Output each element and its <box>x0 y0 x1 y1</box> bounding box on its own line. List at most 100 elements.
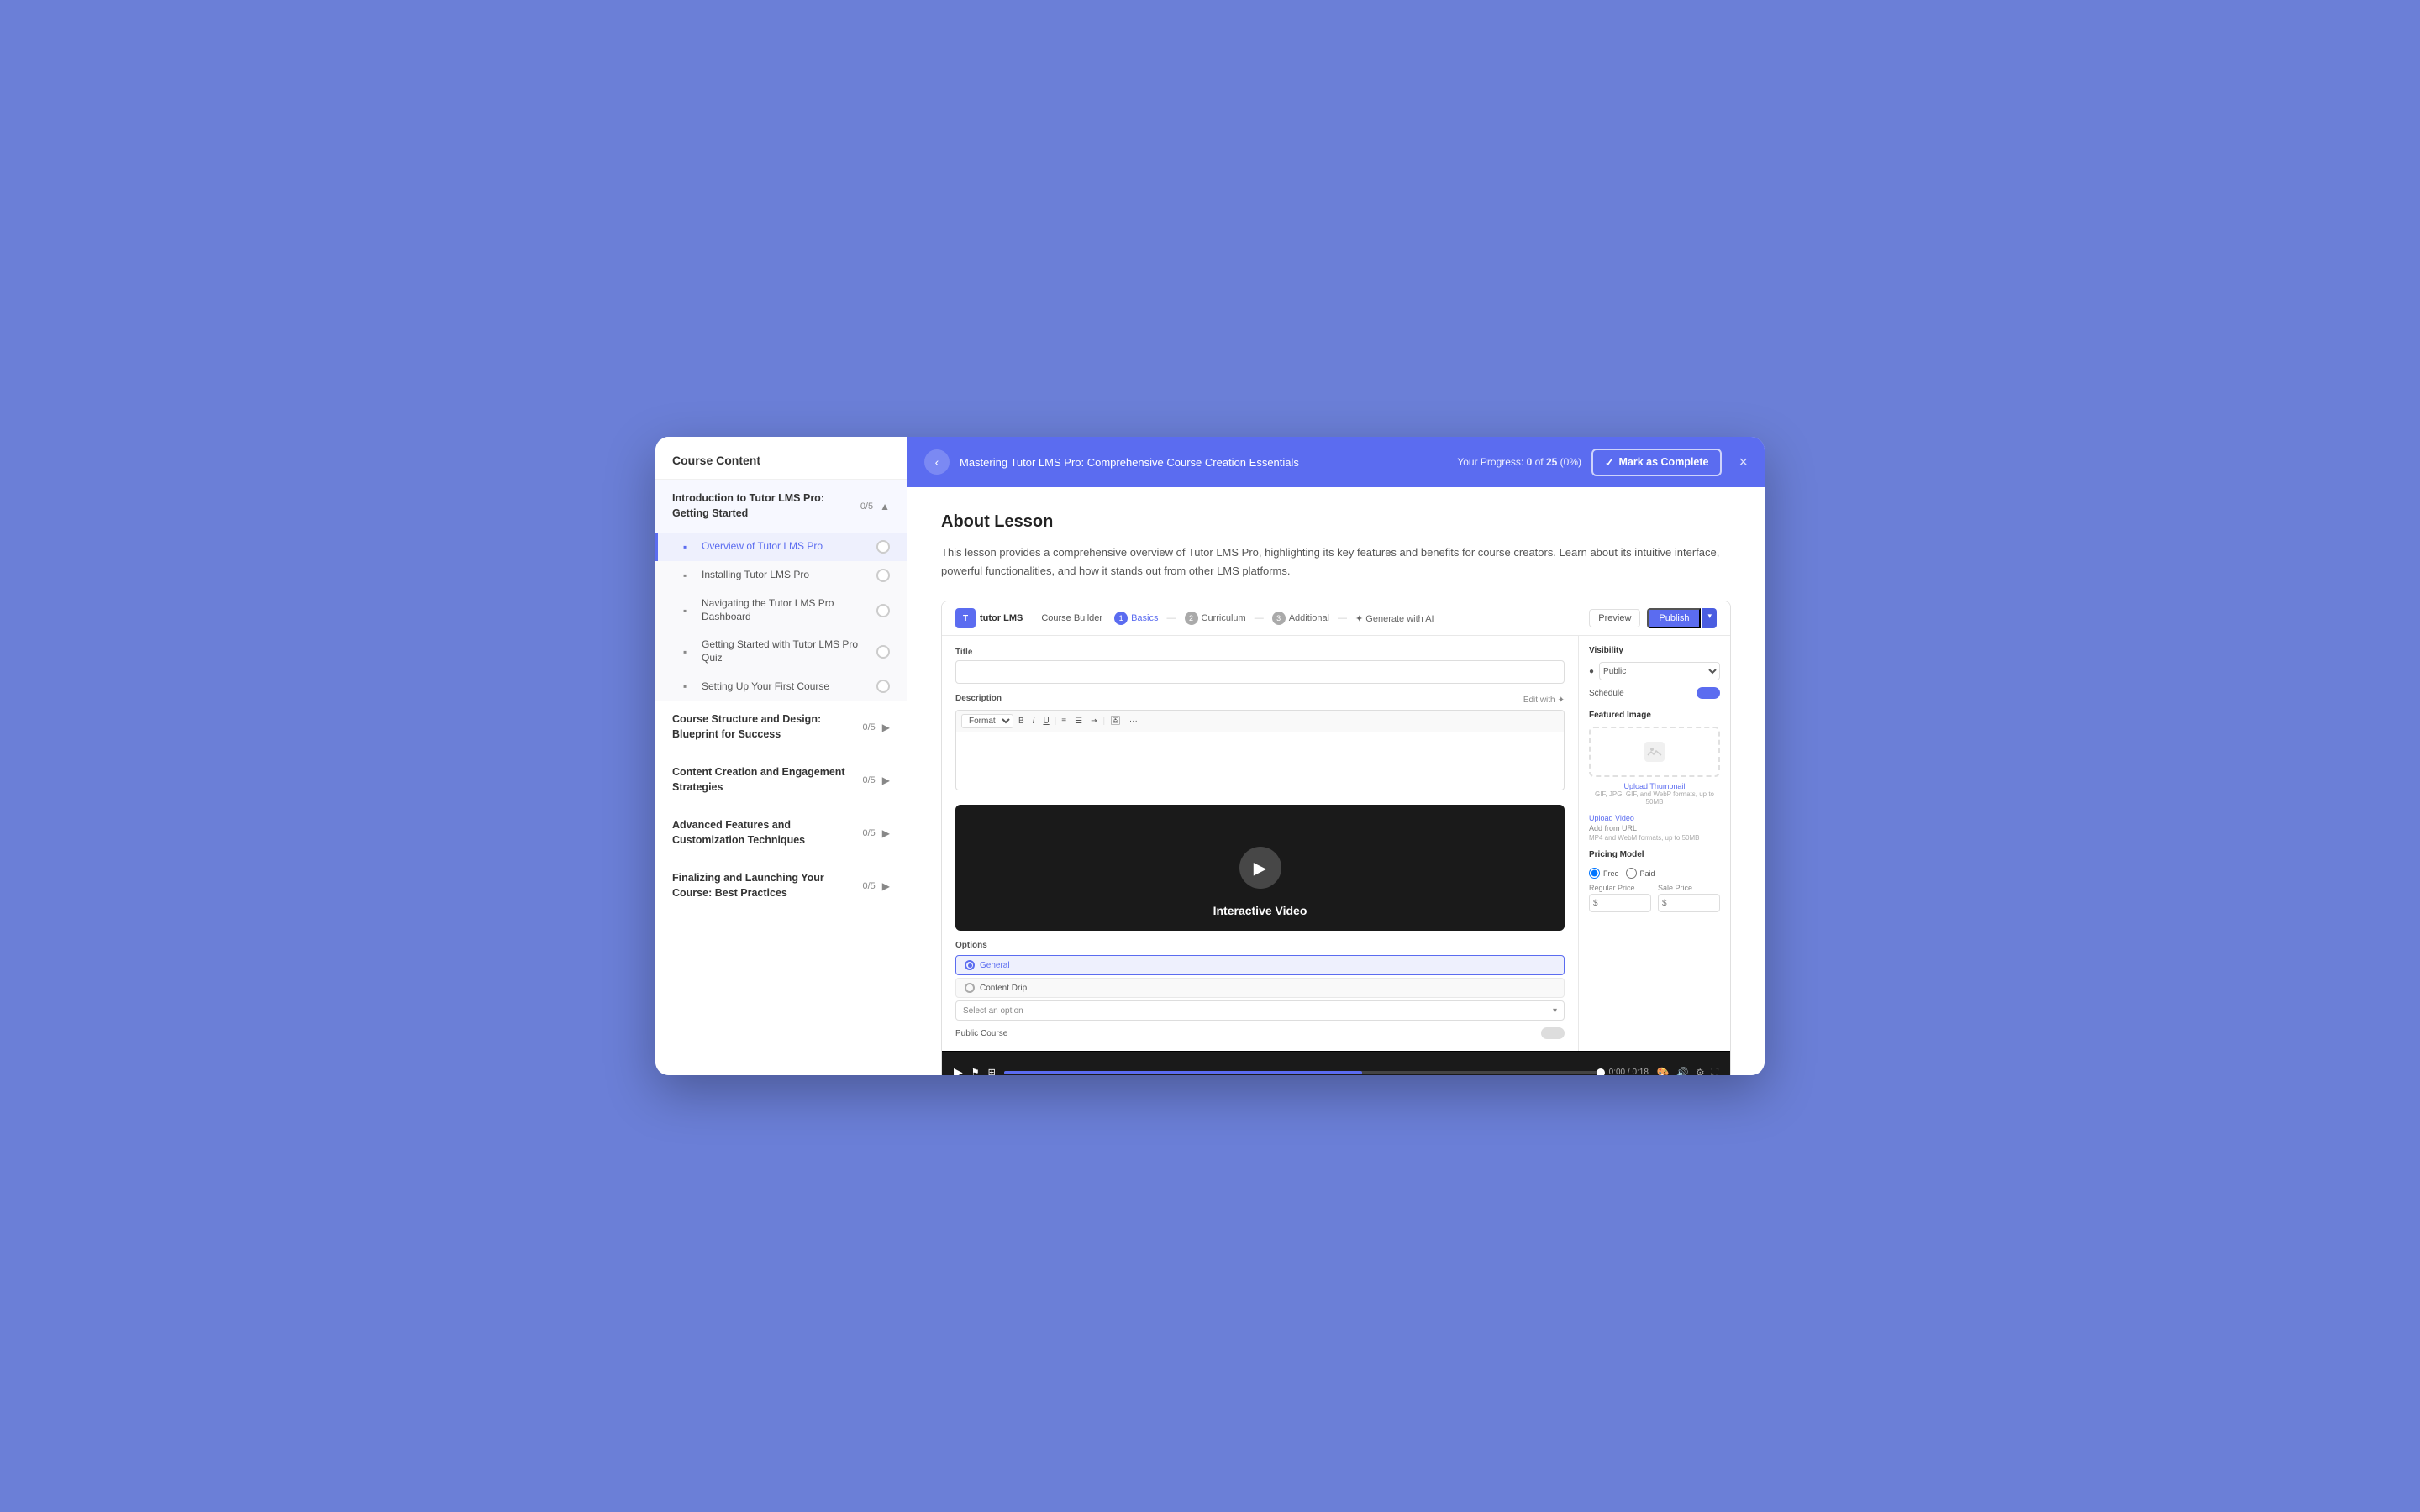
section-advanced[interactable]: Advanced Features and Customization Tech… <box>655 806 907 859</box>
lesson-title-overview: Overview of Tutor LMS Pro <box>702 540 870 554</box>
format-select[interactable]: Format <box>961 714 1013 728</box>
title-field-row: Title <box>955 648 1565 684</box>
mark-complete-button[interactable]: ✓ Mark as Complete <box>1591 449 1722 476</box>
lesson-item-navigating[interactable]: ▪ Navigating the Tutor LMS Pro Dashboard <box>655 590 907 631</box>
embedded-nav: 1 Basics — 2 Curriculum — 3 Additional <box>1114 612 1577 625</box>
content-area: About Lesson This lesson provides a comp… <box>908 487 1765 1075</box>
section-advanced-label: Advanced Features and Customization Tech… <box>672 818 862 848</box>
lesson-icon-navigating: ▪ <box>683 605 695 617</box>
public-radio: ● <box>1589 667 1594 676</box>
option-general[interactable]: General <box>955 955 1565 975</box>
section-finalizing-count: 0/5 <box>862 881 875 891</box>
visibility-row: ● Public <box>1589 662 1720 680</box>
nav-generate-ai[interactable]: ✦ Generate with AI <box>1355 613 1434 624</box>
lesson-list-intro: ▪ Overview of Tutor LMS Pro ▪ Installing… <box>655 533 907 701</box>
lesson-radio-installing <box>876 569 890 582</box>
regular-price-input[interactable] <box>1589 894 1651 912</box>
radio-content-drip <box>965 983 975 993</box>
section-content-label: Content Creation and Engagement Strategi… <box>672 765 862 795</box>
underline-button[interactable]: U <box>1039 715 1052 727</box>
embedded-header: T tutor LMS Course Builder 1 Basics — 2 … <box>942 601 1730 636</box>
sale-price-input[interactable] <box>1658 894 1720 912</box>
tutor-logo-icon: T <box>955 608 976 628</box>
nav-curriculum[interactable]: 2 Curriculum <box>1185 612 1246 625</box>
chevron-right-icon-4: ▶ <box>882 880 890 892</box>
public-course-toggle[interactable] <box>1541 1027 1565 1039</box>
sale-price-field: Sale Price <box>1658 884 1720 912</box>
add-from-url-button[interactable]: Add from URL <box>1589 824 1720 832</box>
image-button[interactable]: 🖼 <box>1107 715 1124 727</box>
lesson-icon-quiz: ▪ <box>683 646 695 658</box>
lesson-radio-setup <box>876 680 890 693</box>
progress-dot <box>1597 1068 1605 1075</box>
settings-icon[interactable]: ⚙ <box>1696 1067 1705 1075</box>
section-structure[interactable]: Course Structure and Design: Blueprint f… <box>655 701 907 753</box>
lesson-title-setup: Setting Up Your First Course <box>702 680 870 694</box>
nav-basics[interactable]: 1 Basics <box>1114 612 1158 625</box>
section-content-count: 0/5 <box>862 775 875 785</box>
lesson-icon-installing: ▪ <box>683 570 695 581</box>
chapter-button[interactable]: ⊞ <box>988 1067 996 1075</box>
chevron-right-icon-3: ▶ <box>882 827 890 839</box>
title-input[interactable] <box>955 660 1565 684</box>
chevron-up-icon: ▲ <box>880 501 890 512</box>
nav-badge-1: 1 <box>1114 612 1128 625</box>
section-content[interactable]: Content Creation and Engagement Strategi… <box>655 753 907 806</box>
lesson-item-setup[interactable]: ▪ Setting Up Your First Course <box>655 672 907 701</box>
more-button[interactable]: ··· <box>1126 715 1141 727</box>
lesson-item-quiz[interactable]: ▪ Getting Started with Tutor LMS Pro Qui… <box>655 631 907 672</box>
section-intro[interactable]: Introduction to Tutor LMS Pro: Getting S… <box>655 480 907 533</box>
publish-group: Publish ▾ <box>1647 608 1717 628</box>
back-button[interactable]: ‹ <box>924 449 950 475</box>
lesson-title-navigating: Navigating the Tutor LMS Pro Dashboard <box>702 597 870 623</box>
nav-additional[interactable]: 3 Additional <box>1272 612 1329 625</box>
list-button[interactable]: ☰ <box>1071 715 1086 727</box>
desc-label: Description <box>955 694 1002 703</box>
lesson-title-installing: Installing Tutor LMS Pro <box>702 569 870 582</box>
free-radio[interactable] <box>1589 868 1600 879</box>
option-content-drip[interactable]: Content Drip <box>955 978 1565 998</box>
publish-caret-button[interactable]: ▾ <box>1702 608 1717 628</box>
title-label: Title <box>955 648 1565 657</box>
embedded-ui: T tutor LMS Course Builder 1 Basics — 2 … <box>941 601 1731 1075</box>
publish-button[interactable]: Publish <box>1647 608 1701 628</box>
section-finalizing[interactable]: Finalizing and Launching Your Course: Be… <box>655 859 907 912</box>
lesson-title-quiz: Getting Started with Tutor LMS Pro Quiz <box>702 638 870 664</box>
desc-textarea[interactable] <box>955 732 1565 790</box>
progress-track[interactable] <box>1004 1071 1601 1074</box>
volume-icon[interactable]: 🔊 <box>1676 1067 1689 1075</box>
regular-price-label: Regular Price <box>1589 884 1651 892</box>
schedule-row: Schedule <box>1589 687 1720 699</box>
regular-price-field: Regular Price <box>1589 884 1651 912</box>
italic-button[interactable]: I <box>1029 715 1039 727</box>
header-bar: ‹ Mastering Tutor LMS Pro: Comprehensive… <box>908 437 1765 487</box>
lesson-item-overview[interactable]: ▪ Overview of Tutor LMS Pro <box>655 533 907 561</box>
paid-radio[interactable] <box>1626 868 1637 879</box>
select-option-dropdown[interactable]: Select an option ▾ <box>955 1000 1565 1021</box>
fullscreen-icon[interactable]: ⛶ <box>1712 1066 1718 1075</box>
close-button[interactable]: × <box>1739 454 1748 471</box>
bookmark-button[interactable]: ⚑ <box>971 1067 980 1075</box>
header-progress: Your Progress: 0 of 25 (0%) <box>1457 456 1581 468</box>
align-left-button[interactable]: ≡ <box>1058 715 1070 727</box>
lesson-item-installing[interactable]: ▪ Installing Tutor LMS Pro <box>655 561 907 590</box>
preview-button[interactable]: Preview <box>1589 609 1640 627</box>
paid-radio-label[interactable]: Paid <box>1626 868 1655 879</box>
schedule-label: Schedule <box>1589 689 1624 698</box>
lesson-radio-navigating <box>876 604 890 617</box>
free-radio-label[interactable]: Free <box>1589 868 1619 879</box>
bold-button[interactable]: B <box>1015 715 1028 727</box>
play-pause-button[interactable]: ▶ <box>954 1065 963 1075</box>
pricing-label: Pricing Model <box>1589 850 1720 859</box>
indent-button[interactable]: ⇥ <box>1087 715 1101 727</box>
video-play-button[interactable]: ▶ <box>1239 847 1281 889</box>
lesson-radio-quiz <box>876 645 890 659</box>
lesson-radio-overview <box>876 540 890 554</box>
schedule-toggle[interactable] <box>1697 687 1720 699</box>
header-course-title: Mastering Tutor LMS Pro: Comprehensive C… <box>960 456 1447 469</box>
upload-video-button[interactable]: Upload Video <box>1589 814 1720 822</box>
visibility-select[interactable]: Public <box>1599 662 1720 680</box>
section-intro-count: 0/5 <box>860 501 873 512</box>
palette-icon[interactable]: 🎨 <box>1657 1067 1670 1075</box>
upload-thumbnail-button[interactable]: Upload Thumbnail <box>1589 782 1720 790</box>
